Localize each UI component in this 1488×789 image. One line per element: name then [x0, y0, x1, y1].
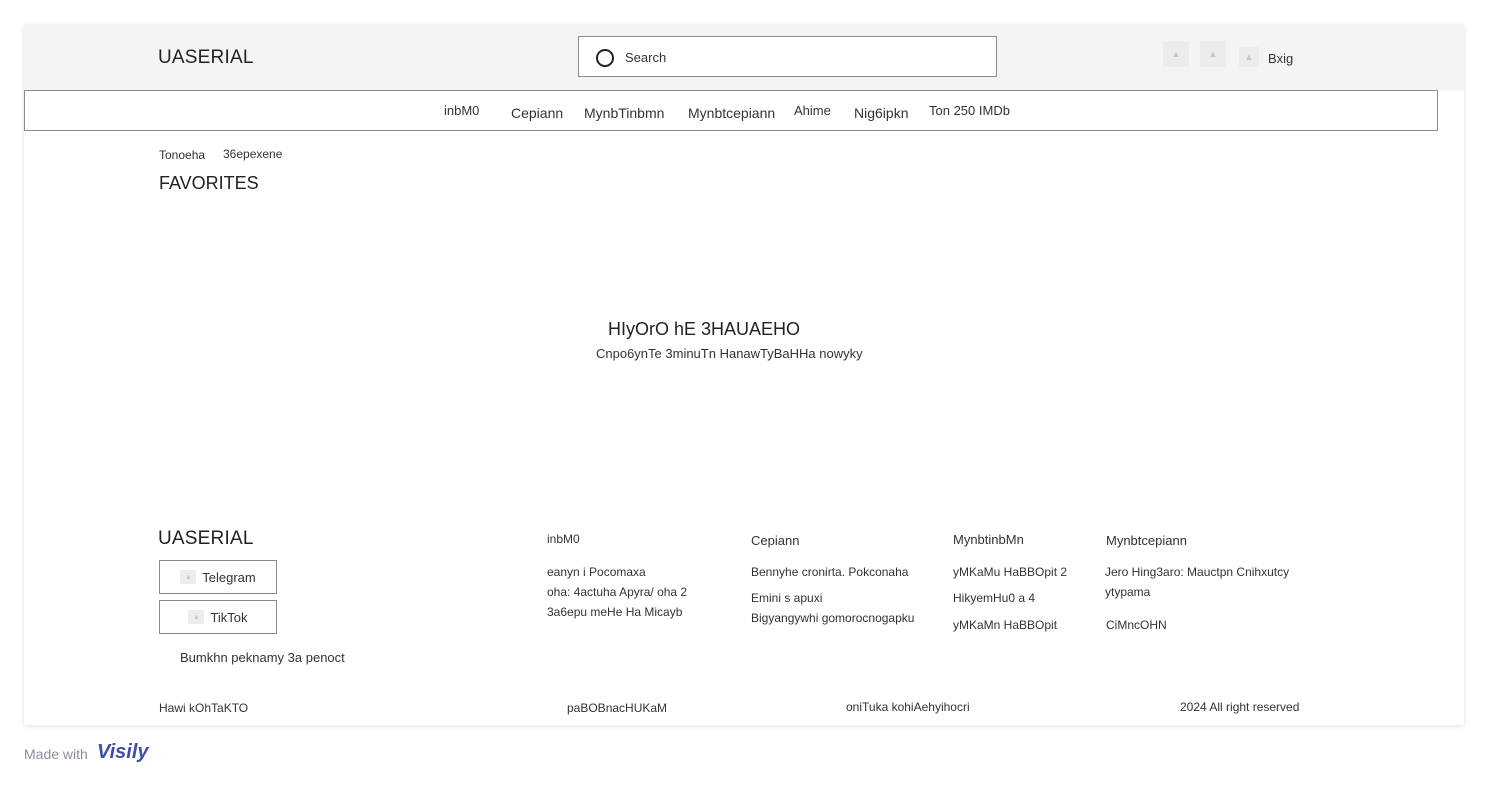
nav-item-films[interactable]: inbM0 [444, 91, 479, 131]
footer-link[interactable]: Jero Hing3aro: Mauctpn Cnihxutcy [1105, 562, 1289, 582]
privacy-policy-link[interactable]: oniTuka kohiAehyihocri [846, 700, 970, 714]
nav-item-cartoons[interactable]: MynbTinbmn [584, 91, 664, 135]
footer-link[interactable]: ytypama [1105, 582, 1150, 602]
made-with-label: Made with [24, 746, 88, 762]
breadcrumb-home[interactable]: Tonoeha [159, 148, 205, 162]
nav-item-anime[interactable]: Ahime [794, 91, 831, 131]
main-nav: inbM0 Cepiann MynbTinbmn Mynbtcepiann Ah… [24, 90, 1438, 131]
footer-col-title[interactable]: Cepiann [751, 533, 799, 548]
search-icon [596, 49, 614, 67]
empty-state-subtitle: Cnpo6ynTe 3minuTn HanawTyBaHHa nowyky [596, 346, 863, 361]
image-placeholder-icon[interactable]: ▲ [1163, 41, 1189, 67]
telegram-label: Telegram [202, 569, 256, 585]
footer-col-title[interactable]: Mynbtcepiann [1106, 533, 1187, 548]
login-link[interactable]: Bxig [1268, 51, 1293, 66]
search-input[interactable] [623, 37, 987, 78]
telegram-icon: ▲ [180, 570, 197, 584]
tiktok-button[interactable]: ▲ TikTok [159, 600, 277, 634]
footer-col-title[interactable]: inbM0 [547, 532, 580, 546]
tiktok-icon: ▲ [188, 610, 205, 624]
nav-item-collections[interactable]: Nig6ipkn [854, 91, 908, 135]
nav-item-series[interactable]: Cepiann [511, 91, 563, 135]
image-placeholder-icon[interactable]: ▲ [1200, 41, 1226, 67]
footer-link[interactable]: Emini s apuxi [751, 588, 822, 608]
visily-logo[interactable]: Visily [97, 741, 149, 764]
tiktok-label: TikTok [210, 609, 248, 625]
user-icon[interactable]: ▲ [1239, 47, 1259, 67]
search-box[interactable] [578, 36, 997, 78]
footer-link[interactable]: Bennyhe cronirta. Pokconaha [751, 562, 908, 582]
footer-logo[interactable]: UASERIAL [158, 528, 254, 550]
empty-state-title: HIyOrO hE 3HAUAEHO [608, 319, 801, 339]
nav-item-top250[interactable]: Ton 250 IMDb [929, 91, 1010, 131]
copyright-text: 2024 All right reserved [1180, 700, 1300, 714]
footer-link[interactable]: Bigyangywhi gomorocnogapku [751, 608, 914, 628]
ad-link[interactable]: Bumkhn peknamy 3a penoct [180, 650, 345, 665]
page-frame: UASERIAL ▲ ▲ ▲ Bxig inbM0 Cepiann MynbTi… [24, 24, 1464, 725]
rightsholders-link[interactable]: paBOBnacHUKaM [567, 701, 667, 715]
telegram-button[interactable]: ▲ Telegram [159, 560, 277, 594]
contacts-link[interactable]: Hawi kOhTaKTO [159, 701, 248, 715]
site-logo[interactable]: UASERIAL [158, 47, 254, 69]
nav-item-animated-series[interactable]: Mynbtcepiann [688, 91, 775, 135]
footer-link[interactable]: CiMncOHN [1106, 615, 1167, 635]
page-title: FAVORITES [159, 173, 259, 193]
footer-link[interactable]: oha: 4actuha Apyra/ oha 2 [547, 582, 687, 602]
footer-link[interactable]: HikyemHu0 a 4 [953, 588, 1035, 608]
footer-col-title[interactable]: MynbtinbMn [953, 532, 1024, 547]
footer-link[interactable]: 3a6epu meHe Ha Micayb [547, 602, 682, 622]
header: UASERIAL ▲ ▲ ▲ Bxig [24, 24, 1464, 90]
footer-link[interactable]: yMKaMn HaBBOpit [953, 615, 1057, 635]
footer-link[interactable]: yMKaMu HaBBOpit 2 [953, 562, 1067, 582]
breadcrumb-current: 36epexene [223, 147, 283, 161]
footer-link[interactable]: eanyn i Pocomaxa [547, 562, 646, 582]
